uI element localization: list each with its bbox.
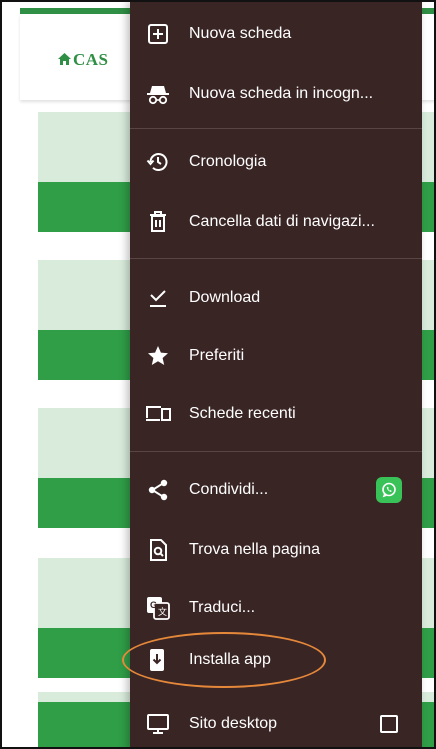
menu-item-label: Condividi... bbox=[189, 481, 269, 498]
menu-item-label: Nuova scheda in incogn... bbox=[189, 85, 374, 102]
site-logo[interactable]: CAS bbox=[58, 50, 109, 70]
translate-icon: G文 bbox=[144, 594, 172, 622]
menu-item-history[interactable]: Cronologia bbox=[130, 134, 422, 190]
site-logo-text: CAS bbox=[73, 50, 109, 69]
menu-item-downloads[interactable]: Download bbox=[130, 270, 422, 326]
desktop-icon bbox=[144, 710, 172, 738]
menu-item-label: Cronologia bbox=[189, 153, 267, 170]
menu-item-label: Nuova scheda bbox=[189, 25, 292, 42]
browser-overflow-menu: Nuova scheda Nuova scheda in incogn... C… bbox=[130, 2, 422, 747]
find-in-page-icon bbox=[144, 536, 172, 564]
menu-item-label: Installa app bbox=[189, 651, 271, 668]
new-tab-icon bbox=[144, 20, 172, 48]
home-icon bbox=[58, 50, 73, 70]
menu-item-find-in-page[interactable]: Trova nella pagina bbox=[130, 522, 422, 578]
menu-item-label: Trova nella pagina bbox=[189, 541, 321, 558]
menu-item-recent-tabs[interactable]: Schede recenti bbox=[130, 386, 422, 442]
menu-item-label: Sito desktop bbox=[189, 715, 278, 732]
menu-item-bookmarks[interactable]: Preferiti bbox=[130, 328, 422, 384]
menu-item-label: Preferiti bbox=[189, 347, 245, 364]
svg-text:文: 文 bbox=[158, 606, 167, 617]
desktop-site-checkbox[interactable] bbox=[380, 715, 398, 733]
screenshot-frame: CAS Nuova scheda Nuova scheda in incogn.… bbox=[0, 0, 436, 749]
menu-item-label: Cancella dati di navigazi... bbox=[189, 213, 375, 230]
share-icon bbox=[144, 476, 172, 504]
whatsapp-icon[interactable] bbox=[376, 477, 402, 503]
svg-text:G: G bbox=[150, 600, 157, 610]
star-icon bbox=[144, 342, 172, 370]
menu-divider bbox=[130, 258, 422, 259]
history-icon bbox=[144, 148, 172, 176]
menu-item-label: Schede recenti bbox=[189, 405, 296, 422]
menu-item-label: Traduci... bbox=[189, 599, 256, 616]
checkbox-icon[interactable] bbox=[376, 711, 402, 737]
menu-divider bbox=[130, 451, 422, 452]
menu-item-label: Download bbox=[189, 289, 261, 306]
menu-item-desktop-site[interactable]: Sito desktop bbox=[130, 696, 422, 747]
recent-tabs-icon bbox=[144, 400, 172, 428]
trash-icon bbox=[144, 208, 172, 236]
menu-item-translate[interactable]: G文 Traduci... bbox=[130, 580, 422, 636]
menu-item-new-tab[interactable]: Nuova scheda bbox=[130, 6, 422, 62]
download-icon bbox=[144, 284, 172, 312]
menu-divider bbox=[130, 128, 422, 129]
install-app-icon bbox=[144, 646, 172, 674]
menu-item-share[interactable]: Condividi... bbox=[130, 462, 422, 518]
menu-item-clear-data[interactable]: Cancella dati di navigazi... bbox=[130, 194, 422, 250]
menu-item-install-app[interactable]: Installa app bbox=[130, 632, 422, 688]
incognito-icon bbox=[144, 80, 172, 108]
menu-item-incognito[interactable]: Nuova scheda in incogn... bbox=[130, 66, 422, 122]
